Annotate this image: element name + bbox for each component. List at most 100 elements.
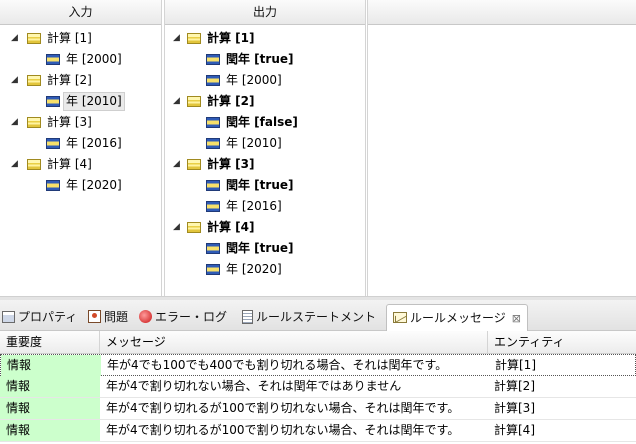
expanded-arrow-icon[interactable]: ◢ (173, 91, 180, 112)
year-icon (46, 96, 60, 107)
tab-rule-statement[interactable]: ルールステートメント (242, 304, 376, 331)
message-cell: 年が4で割り切れるが100で割り切れない場合、それは閏年です。 (106, 423, 460, 437)
entity-cell: 計算[3] (494, 401, 535, 415)
year-icon (46, 180, 60, 191)
tab-rule-message[interactable]: ルールメッセージ ⊠ (386, 304, 528, 331)
year-icon (206, 180, 220, 191)
tree-leaf-label: 年 [2016] (66, 136, 122, 150)
entity-cell: 計算[1] (495, 358, 536, 372)
output-panel-header: 出力 (165, 0, 365, 25)
year-icon (206, 75, 220, 86)
tree-node-label: 計算 [4] (207, 220, 255, 234)
year-icon (206, 201, 220, 212)
input-tree: ◢ 計算 [1] 年 [2000] ◢ 計算 [2] 年 [2010] ◢ 計算 [3… (0, 25, 161, 196)
input-tree-node[interactable]: ◢ 計算 [2] (0, 70, 161, 91)
calc-icon (187, 33, 201, 44)
severity-cell: 情報 (0, 376, 100, 397)
output-tree-leaf[interactable]: 年 [2000] (165, 70, 365, 91)
expanded-arrow-icon[interactable]: ◢ (173, 28, 180, 49)
calc-icon (27, 117, 41, 128)
tree-panels: 入力 ◢ 計算 [1] 年 [2000] ◢ 計算 [2] 年 [2010] ◢ 計算… (0, 0, 636, 296)
year-icon (46, 54, 60, 65)
year-icon (206, 138, 220, 149)
problems-icon (88, 310, 101, 323)
output-tree-node[interactable]: ◢ 計算 [3] (165, 154, 365, 175)
properties-icon (2, 310, 15, 323)
column-header-message[interactable]: メッセージ (100, 331, 488, 354)
severity-cell: 情報 (1, 355, 101, 376)
expanded-arrow-icon[interactable]: ◢ (173, 154, 180, 175)
expanded-arrow-icon[interactable]: ◢ (11, 154, 18, 175)
output-tree: ◢ 計算 [1] 閏年 [true] 年 [2000] ◢ 計算 [2] 閏年 [f… (165, 25, 365, 280)
tree-node-label: 計算 [3] (207, 157, 255, 171)
calc-icon (187, 222, 201, 233)
tree-node-label: 計算 [2] (207, 94, 255, 108)
table-row[interactable]: 情報 年が4で割り切れない場合、それは閏年ではありません 計算[2] (0, 376, 636, 398)
output-tree-node[interactable]: ◢ 計算 [2] (165, 91, 365, 112)
table-row[interactable]: 情報 年が4で割り切れるが100で割り切れない場合、それは閏年です。 計算[3] (0, 398, 636, 420)
table-row[interactable]: 情報 年が4で割り切れるが100で割り切れない場合、それは閏年です。 計算[4] (0, 420, 636, 442)
tree-leaf-label: 年 [2020] (66, 178, 122, 192)
empty-panel (367, 0, 636, 296)
input-panel-header: 入力 (0, 0, 161, 25)
input-tree-node[interactable]: ◢ 計算 [3] (0, 112, 161, 133)
message-cell: 年が4で割り切れるが100で割り切れない場合、それは閏年です。 (106, 401, 460, 415)
output-tree-leaf[interactable]: 年 [2016] (165, 196, 365, 217)
tree-node-label: 計算 [4] (47, 157, 92, 171)
tree-leaf-label: 年 [2016] (226, 199, 282, 213)
input-tree-leaf[interactable]: 年 [2000] (0, 49, 161, 70)
output-tree-leaf[interactable]: 閏年 [false] (165, 112, 365, 133)
input-tree-leaf[interactable]: 年 [2020] (0, 175, 161, 196)
entity-cell: 計算[2] (494, 379, 535, 393)
calc-icon (187, 96, 201, 107)
output-tree-leaf[interactable]: 年 [2020] (165, 259, 365, 280)
output-tree-leaf[interactable]: 閏年 [true] (165, 175, 365, 196)
column-header-severity[interactable]: 重要度 (0, 331, 100, 354)
tree-leaf-label: 年 [2020] (226, 262, 282, 276)
output-tree-leaf[interactable]: 閏年 [true] (165, 238, 365, 259)
severity-cell: 情報 (0, 420, 100, 441)
output-tree-node[interactable]: ◢ 計算 [4] (165, 217, 365, 238)
tree-node-label: 計算 [1] (207, 31, 255, 45)
entity-cell: 計算[4] (494, 423, 535, 437)
tree-leaf-label: 閏年 [true] (226, 241, 294, 255)
calc-icon (27, 33, 41, 44)
tab-properties[interactable]: プロパティ (2, 304, 77, 331)
expanded-arrow-icon[interactable]: ◢ (11, 28, 18, 49)
tab-label: ルールステートメント (256, 310, 377, 324)
table-header: 重要度 メッセージ エンティティ (0, 331, 636, 354)
close-tab-icon[interactable]: ⊠ (512, 312, 521, 325)
severity-cell: 情報 (0, 398, 100, 419)
tree-leaf-label: 年 [2010] (226, 136, 282, 150)
year-icon (206, 264, 220, 275)
column-header-entity[interactable]: エンティティ (488, 331, 636, 354)
year-icon (206, 243, 220, 254)
tree-leaf-label: 年 [2000] (226, 73, 282, 87)
output-panel: 出力 ◢ 計算 [1] 閏年 [true] 年 [2000] ◢ 計算 [2] 閏年… (164, 0, 366, 296)
tree-node-label: 計算 [2] (47, 73, 92, 87)
input-tree-leaf[interactable]: 年 [2016] (0, 133, 161, 154)
tree-node-label: 計算 [3] (47, 115, 92, 129)
output-tree-node[interactable]: ◢ 計算 [1] (165, 28, 365, 49)
tab-label: ルールメッセージ (410, 311, 506, 325)
tree-leaf-label: 年 [2000] (66, 52, 122, 66)
year-icon (206, 117, 220, 128)
tab-error-log[interactable]: エラー・ログ (139, 304, 227, 331)
rule-statement-icon (242, 309, 253, 324)
output-tree-leaf[interactable]: 閏年 [true] (165, 49, 365, 70)
input-tree-node[interactable]: ◢ 計算 [4] (0, 154, 161, 175)
input-tree-node[interactable]: ◢ 計算 [1] (0, 28, 161, 49)
expanded-arrow-icon[interactable]: ◢ (173, 217, 180, 238)
output-tree-leaf[interactable]: 年 [2010] (165, 133, 365, 154)
year-icon (206, 54, 220, 65)
expanded-arrow-icon[interactable]: ◢ (11, 112, 18, 133)
tab-label: エラー・ログ (155, 310, 228, 324)
error-log-icon (139, 310, 152, 323)
table-row[interactable]: 情報 年が4でも100でも400でも割り切れる場合、それは閏年です。 計算[1] (0, 354, 636, 376)
tab-label: 問題 (104, 310, 129, 324)
tree-leaf-label: 閏年 [true] (226, 178, 294, 192)
input-tree-leaf-selected[interactable]: 年 [2010] (0, 91, 161, 112)
tab-label: プロパティ (18, 310, 78, 324)
expanded-arrow-icon[interactable]: ◢ (11, 70, 18, 91)
tab-problems[interactable]: 問題 (88, 304, 128, 331)
